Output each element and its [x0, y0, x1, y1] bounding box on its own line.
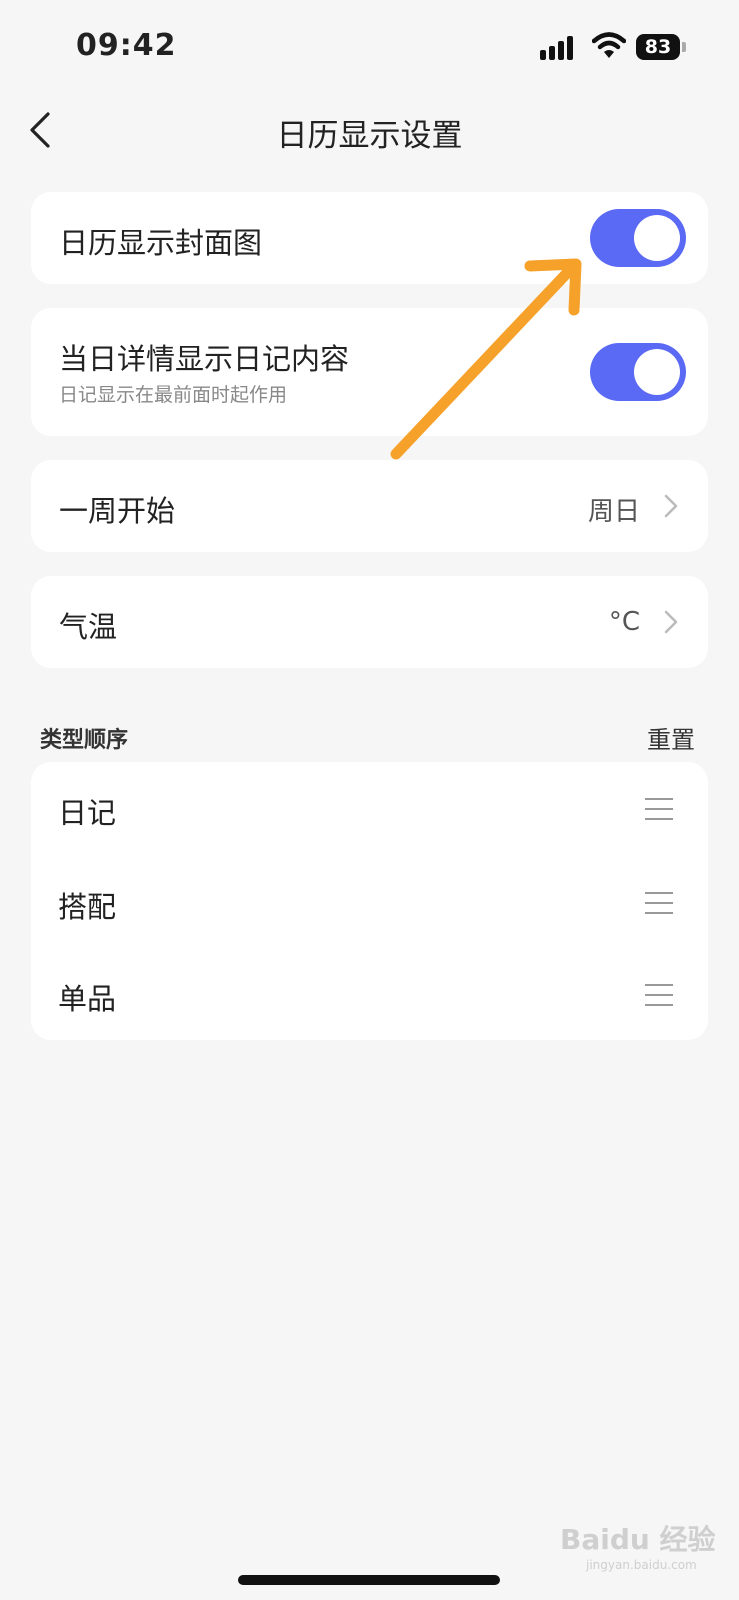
list-item-label: 日记 [58, 796, 117, 830]
chevron-right-icon [664, 610, 678, 634]
chevron-right-icon [664, 494, 678, 518]
list-item-single[interactable]: 单品 [31, 948, 708, 1042]
page-title: 日历显示设置 [276, 118, 463, 154]
list-item-diary[interactable]: 日记 [31, 762, 708, 856]
wifi-icon [592, 32, 626, 58]
drag-handle-icon[interactable] [645, 984, 673, 1006]
status-time: 09:42 [76, 28, 177, 63]
cellular-signal-icon [540, 34, 580, 60]
drag-handle-icon[interactable] [645, 798, 673, 820]
watermark-url: jingyan.baidu.com [586, 1558, 697, 1572]
status-bar: 09:42 83 [0, 0, 739, 90]
setting-diary-detail: 当日详情显示日记内容 日记显示在最前面时起作用 [31, 308, 708, 436]
annotation-arrow-icon [390, 258, 582, 460]
navigation-bar: 日历显示设置 [0, 90, 739, 170]
battery-level: 83 [636, 34, 680, 60]
cover-image-toggle[interactable] [590, 209, 686, 267]
setting-diary-detail-label: 当日详情显示日记内容 [59, 342, 350, 376]
diary-detail-toggle[interactable] [590, 343, 686, 401]
setting-diary-detail-sublabel: 日记显示在最前面时起作用 [59, 384, 288, 406]
list-item-label: 搭配 [58, 890, 117, 924]
list-item-outfit[interactable]: 搭配 [31, 856, 708, 950]
setting-temperature[interactable]: 气温 °C [31, 576, 708, 668]
setting-week-start[interactable]: 一周开始 周日 [31, 460, 708, 552]
watermark-logo: Baidu 经验 [560, 1523, 716, 1556]
list-item-label: 单品 [58, 982, 117, 1016]
battery-icon: 83 [636, 34, 686, 60]
setting-cover-image-label: 日历显示封面图 [59, 226, 263, 260]
type-order-list: 日记 搭配 单品 [31, 762, 708, 1040]
drag-handle-icon[interactable] [645, 892, 673, 914]
setting-temperature-value: °C [608, 607, 640, 637]
setting-week-start-label: 一周开始 [59, 494, 176, 528]
type-order-title: 类型顺序 [40, 728, 129, 753]
setting-temperature-label: 气温 [59, 610, 118, 644]
home-indicator[interactable] [238, 1575, 500, 1585]
setting-cover-image: 日历显示封面图 [31, 192, 708, 284]
setting-week-start-value: 周日 [587, 497, 640, 527]
reset-button[interactable]: 重置 [647, 720, 695, 755]
